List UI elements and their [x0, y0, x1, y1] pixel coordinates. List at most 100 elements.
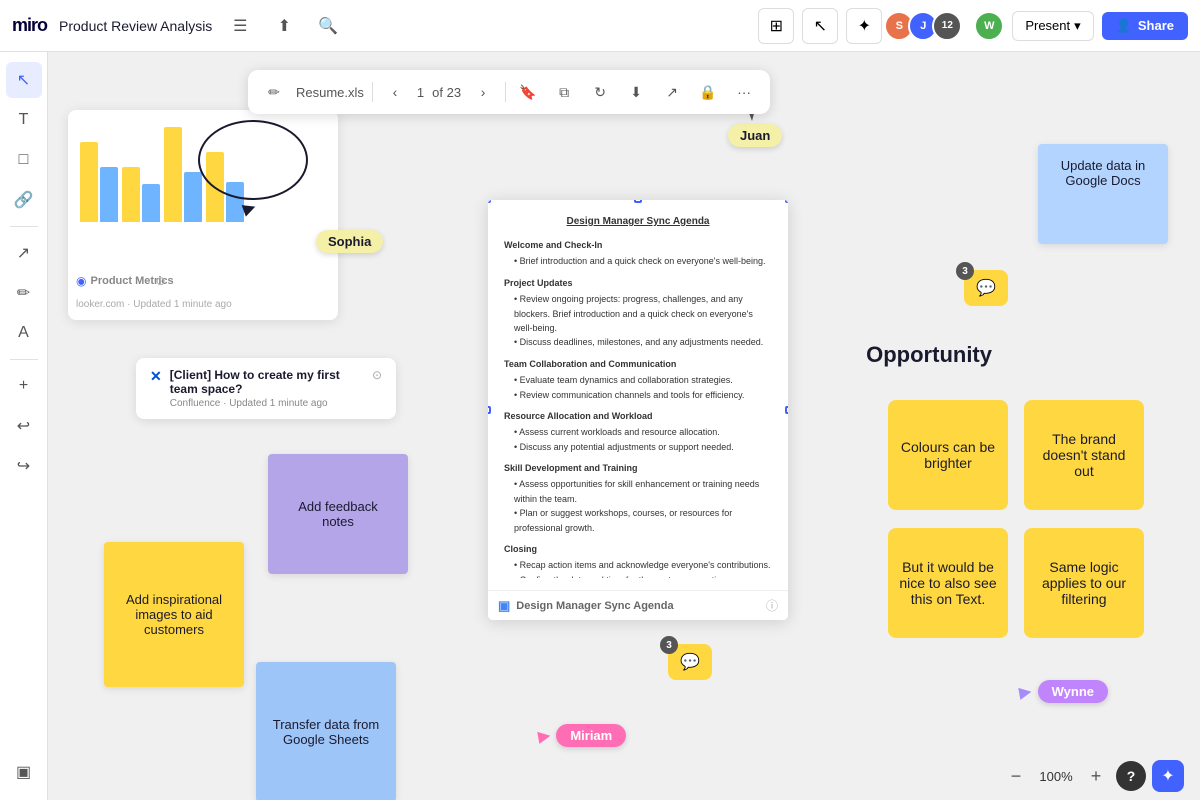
tool-arrow[interactable]: ↗: [6, 235, 42, 271]
tool-shape[interactable]: □: [6, 142, 42, 178]
chart-settings-icon[interactable]: ⊙: [156, 274, 166, 288]
tool-pen[interactable]: ✏: [6, 275, 42, 311]
doc-info-icon[interactable]: ⓘ: [766, 597, 778, 614]
chat-bubble-wrapper: 3 💬: [964, 270, 1008, 306]
doc-item-1: Brief introduction and a quick check on …: [504, 254, 772, 268]
export-button[interactable]: ⬆: [268, 10, 300, 42]
opp-card-text: But it would be nice to also see this on…: [888, 528, 1008, 638]
miriam-label: Miriam: [556, 724, 626, 747]
chat-bubble-opp: 3 💬: [964, 270, 1008, 306]
tool-select[interactable]: ↖: [6, 62, 42, 98]
pointer-icon-btn[interactable]: ↖: [802, 8, 838, 44]
opp-title: Opportunity: [866, 342, 992, 368]
tool-undo[interactable]: ↩: [6, 408, 42, 444]
confluence-card-inner: ✕ [Client] How to create my first team s…: [150, 368, 382, 409]
toolbar-download[interactable]: ⬇: [622, 78, 650, 106]
doc-footer-title: Design Manager Sync Agenda: [516, 600, 673, 612]
bar-chart: [80, 122, 326, 222]
confluence-card[interactable]: ✕ [Client] How to create my first team s…: [136, 358, 396, 419]
doc-section-1: Welcome and Check-In: [504, 238, 772, 252]
juan-label: Juan: [728, 124, 782, 147]
menu-button[interactable]: ☰: [224, 10, 256, 42]
doc-section-5: Skill Development and Training: [504, 461, 772, 475]
board-title: Product Review Analysis: [59, 18, 212, 34]
confluence-settings-icon[interactable]: ⊙: [372, 368, 382, 382]
doc-item-4: Evaluate team dynamics and collaboration…: [504, 373, 772, 387]
toolbar-more[interactable]: ···: [730, 78, 758, 106]
wynne-cursor: ▶ Wynne: [1019, 680, 1108, 703]
bar-yellow-2: [122, 167, 140, 222]
tool-add[interactable]: +: [6, 368, 42, 404]
bar-group-2: [122, 167, 160, 222]
doc-item-11: Confirm the date and time for the next s…: [504, 573, 772, 578]
chat-count-miriam: 3: [660, 636, 678, 654]
sidebar-divider: [10, 226, 38, 227]
toolbar-sep-2: [505, 82, 506, 102]
bar-yellow-1: [80, 142, 98, 222]
doc-section-2: Project Updates: [504, 276, 772, 290]
tool-link[interactable]: 🔗: [6, 182, 42, 218]
opp-card-brand: The brand doesn't stand out: [1024, 400, 1144, 510]
chart-card: ▶ ◉ Product Metrics ⊙ looker.com · Updat…: [68, 110, 338, 320]
canvas: ✏ Resume.xls ‹ 1 of 23 › 🔖 ⧉ ↻ ⬇ ↗ 🔒 ···: [48, 52, 1200, 800]
doc-section-4: Resource Allocation and Workload: [504, 409, 772, 423]
zoom-out-button[interactable]: −: [1002, 762, 1030, 790]
sidebar: ↖ T □ 🔗 ↗ ✏ A + ↩ ↪ ▣: [0, 52, 48, 800]
chat-icon: 💬: [976, 278, 996, 298]
panel-toggle[interactable]: ▣: [6, 754, 42, 790]
doc-embed[interactable]: Design Manager Sync Agenda Welcome and C…: [488, 200, 788, 620]
miro-logo: miro: [12, 15, 47, 36]
bar-group-3: [164, 127, 202, 222]
share-button[interactable]: 👤 Share: [1102, 12, 1188, 40]
avatar-count: 12: [932, 11, 962, 41]
confluence-title: [Client] How to create my first team spa…: [170, 368, 364, 396]
doc-toolbar: ✏ Resume.xls ‹ 1 of 23 › 🔖 ⧉ ↻ ⬇ ↗ 🔒 ···: [248, 70, 770, 114]
toolbar-page-current: 1: [417, 85, 424, 100]
confluence-info: [Client] How to create my first team spa…: [170, 368, 364, 409]
present-button[interactable]: Present ▾: [1012, 11, 1093, 41]
toolbar-edit[interactable]: ✏: [260, 78, 288, 106]
toolbar-page-total: of 23: [432, 85, 461, 100]
help-button[interactable]: ?: [1116, 761, 1146, 791]
google-docs-icon: ▣: [498, 598, 510, 614]
toolbar-bookmark[interactable]: 🔖: [514, 78, 542, 106]
chart-source: looker.com · Updated 1 minute ago: [76, 299, 232, 310]
bar-blue-3: [184, 172, 202, 222]
zoom-in-button[interactable]: +: [1082, 762, 1110, 790]
bar-blue-1: [100, 167, 118, 222]
toolbar-filename: Resume.xls: [296, 85, 364, 100]
doc-section-3: Team Collaboration and Communication: [504, 357, 772, 371]
tool-text[interactable]: T: [6, 102, 42, 138]
chat-icon-miriam: 💬: [680, 652, 700, 672]
toolbar-lock[interactable]: 🔒: [694, 78, 722, 106]
confluence-source: Confluence · Updated 1 minute ago: [170, 398, 364, 409]
sticky-feedback-notes: Add feedback notes: [268, 454, 408, 574]
topbar: miro Product Review Analysis ☰ ⬆ 🔍 ⊞ ↖ ✦…: [0, 0, 1200, 52]
doc-item-2: Review ongoing projects: progress, chall…: [504, 292, 772, 335]
toolbar-prev[interactable]: ‹: [381, 78, 409, 106]
bottombar: − 100% + ? ✦: [48, 752, 1200, 800]
tool-text2[interactable]: A: [6, 315, 42, 351]
toolbar-next[interactable]: ›: [469, 78, 497, 106]
toolbar-copy[interactable]: ⧉: [550, 78, 578, 106]
grid-icon-btn[interactable]: ⊞: [758, 8, 794, 44]
bar-yellow-4: [206, 152, 224, 222]
tool-redo[interactable]: ↪: [6, 448, 42, 484]
doc-item-7: Discuss any potential adjustments or sup…: [504, 440, 772, 454]
magic-button[interactable]: ✦: [1152, 760, 1184, 792]
bar-group-4: [206, 152, 244, 222]
bar-group-1: [80, 142, 118, 222]
topbar-right: ⊞ ↖ ✦ S J 12 W Present ▾ 👤 Share: [758, 8, 1188, 44]
reactions-icon-btn[interactable]: ✦: [846, 8, 882, 44]
toolbar-refresh[interactable]: ↻: [586, 78, 614, 106]
wynne-arrow: ▶: [1018, 681, 1034, 703]
chart-source-icon: ◉: [76, 274, 86, 288]
doc-item-10: Recap action items and acknowledge every…: [504, 558, 772, 572]
opp-card-colours: Colours can be brighter: [888, 400, 1008, 510]
search-button[interactable]: 🔍: [312, 10, 344, 42]
wynne-label: Wynne: [1038, 680, 1108, 703]
sidebar-divider-2: [10, 359, 38, 360]
toolbar-open[interactable]: ↗: [658, 78, 686, 106]
bar-yellow-3: [164, 127, 182, 222]
doc-item-5: Review communication channels and tools …: [504, 388, 772, 402]
